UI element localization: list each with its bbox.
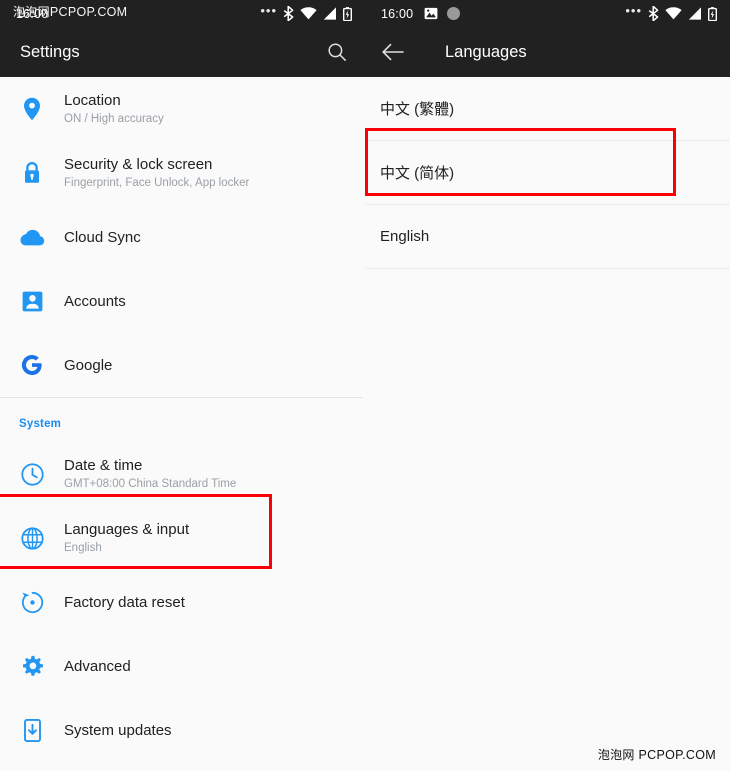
battery-charging-icon (708, 6, 717, 21)
settings-row-advanced[interactable]: Advanced (0, 634, 365, 698)
settings-row-security-lock-screen[interactable]: Security & lock screen Fingerprint, Face… (0, 141, 365, 205)
settings-row-title: Security & lock screen (64, 156, 213, 173)
system-update-icon (19, 717, 45, 743)
appbar-languages: Languages (365, 27, 730, 77)
section-header-system: System (19, 418, 62, 430)
language-divider (365, 268, 730, 269)
settings-row-title: Advanced (64, 657, 131, 675)
location-pin-icon (19, 96, 45, 122)
bluetooth-icon (283, 6, 294, 21)
settings-row-text: Location ON / High accuracy (64, 91, 164, 127)
account-person-icon (19, 288, 45, 314)
settings-list-panel: Location ON / High accuracy Security & l… (0, 77, 365, 771)
settings-row-title: Date & time (64, 457, 143, 474)
restore-icon (19, 589, 45, 615)
clock-icon (19, 461, 45, 487)
language-row-english[interactable]: English (365, 205, 730, 268)
cloud-icon (19, 224, 45, 250)
settings-row-title: System updates (64, 721, 172, 739)
settings-row-text: Date & time GMT+08:00 China Standard Tim… (64, 456, 236, 492)
screenshot-image-icon (424, 7, 438, 20)
language-label: 中文 (繁體) (380, 101, 455, 118)
battery-charging-icon (343, 6, 352, 21)
settings-row-text: Cloud Sync (64, 228, 141, 247)
settings-row-title: Factory data reset (64, 593, 185, 611)
search-icon[interactable] (325, 40, 349, 64)
bluetooth-icon (648, 6, 659, 21)
status-bar-right: 16:00 ••• (365, 0, 730, 27)
settings-row-languages-input[interactable]: Languages & input English (0, 506, 365, 570)
settings-row-title: Languages & input (64, 521, 190, 538)
settings-row-subtitle: English (64, 542, 102, 554)
settings-row-text: Advanced (64, 657, 131, 676)
settings-row-text: Languages & input English (64, 520, 189, 556)
language-label: English (380, 228, 430, 245)
more-dots-icon: ••• (625, 2, 642, 18)
more-dots-icon: ••• (260, 2, 277, 18)
wifi-icon (300, 7, 317, 20)
settings-row-text: Google (64, 356, 112, 375)
page-title-settings: Settings (20, 42, 80, 61)
settings-row-subtitle: ON / High accuracy (64, 113, 164, 125)
settings-row-accounts[interactable]: Accounts (0, 269, 365, 333)
appbar-settings: Settings (0, 27, 365, 77)
settings-row-google[interactable]: Google (0, 333, 365, 397)
settings-row-title: Cloud Sync (64, 228, 141, 246)
google-g-icon (19, 352, 45, 378)
settings-row-title: Location (64, 92, 121, 109)
status-bar-left: 16:00 ••• (0, 0, 365, 27)
cellular-signal-icon (688, 7, 701, 20)
screenshot-root: 16:00 ••• 16:00 ••• Settings Languages L… (0, 0, 730, 771)
status-notification-icons (424, 7, 461, 20)
status-clock-right: 16:00 (381, 6, 414, 21)
language-row-chinese-traditional[interactable]: 中文 (繁體) (365, 77, 730, 140)
settings-row-location[interactable]: Location ON / High accuracy (0, 77, 365, 141)
settings-row-text: Security & lock screen Fingerprint, Face… (64, 155, 249, 191)
status-icons-left: ••• (260, 2, 352, 21)
settings-row-system-updates[interactable]: System updates (0, 698, 365, 762)
back-arrow-icon[interactable] (381, 40, 405, 64)
settings-row-date-time[interactable]: Date & time GMT+08:00 China Standard Tim… (0, 442, 365, 506)
language-label: 中文 (简体) (380, 165, 455, 182)
language-list-panel: 中文 (繁體) 中文 (简体) English (365, 77, 730, 771)
wifi-icon (665, 7, 682, 20)
globe-icon (19, 525, 45, 551)
settings-row-title: Accounts (64, 292, 126, 310)
settings-row-text: System updates (64, 721, 172, 740)
settings-row-text: Accounts (64, 292, 126, 311)
status-icons-right: ••• (625, 2, 717, 21)
gray-circle-icon (447, 7, 461, 20)
settings-row-subtitle: Fingerprint, Face Unlock, App locker (64, 177, 250, 189)
gear-icon (19, 653, 45, 679)
settings-row-title: Google (64, 356, 113, 374)
cellular-signal-icon (323, 7, 336, 20)
settings-row-text: Factory data reset (64, 593, 185, 612)
settings-row-factory-data-reset[interactable]: Factory data reset (0, 570, 365, 634)
language-row-chinese-simplified[interactable]: 中文 (简体) (365, 141, 730, 204)
settings-row-cloud-sync[interactable]: Cloud Sync (0, 205, 365, 269)
page-title-languages: Languages (445, 42, 527, 61)
lock-icon (19, 160, 45, 186)
status-clock-left: 16:00 (16, 6, 49, 21)
settings-row-subtitle: GMT+08:00 China Standard Time (64, 478, 237, 490)
